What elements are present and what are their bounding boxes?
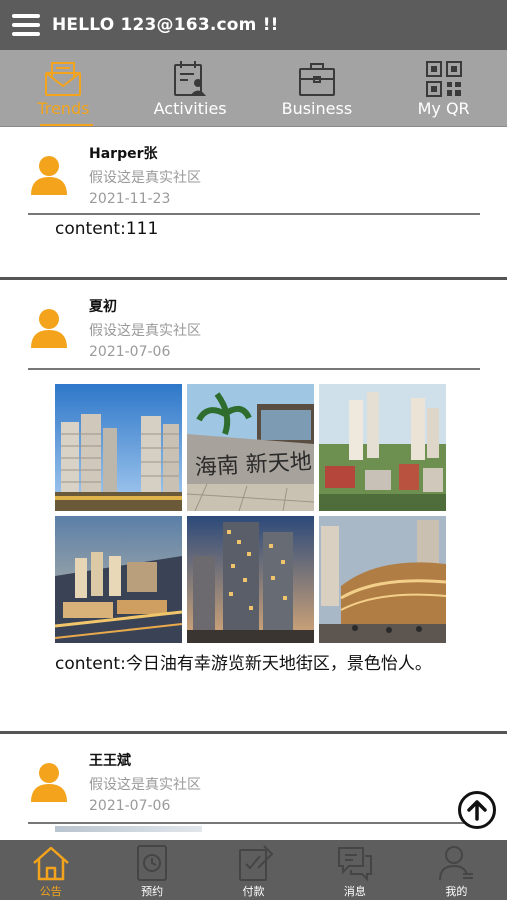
nav-announcements[interactable]: 公告 — [0, 840, 101, 900]
home-icon — [32, 846, 69, 881]
post-card[interactable]: 王王斌 假设这是真实社区 2021-07-06 — [0, 734, 507, 840]
post-date: 2021-11-23 — [89, 191, 171, 207]
tab-label: Activities — [153, 99, 227, 118]
post-photo[interactable] — [319, 384, 446, 511]
community-name: 假设这是真实社区 — [89, 323, 201, 339]
nav-profile[interactable]: 我的 — [406, 840, 507, 900]
avatar-icon — [31, 156, 67, 195]
author-name: 王王斌 — [89, 753, 131, 769]
qr-code-icon — [425, 61, 462, 97]
author-name: 夏初 — [89, 299, 117, 315]
post-header: 夏初 假设这是真实社区 2021-07-06 — [0, 280, 507, 366]
chat-icon — [337, 847, 372, 882]
divider — [28, 368, 480, 370]
divider — [28, 213, 480, 215]
clock-icon — [137, 845, 168, 881]
author-name: Harper张 — [89, 146, 158, 162]
post-card[interactable]: Harper张 假设这是真实社区 2021-11-23 content:111 — [0, 127, 507, 280]
tab-business[interactable]: Business — [254, 50, 381, 126]
post-date: 2021-07-06 — [89, 344, 171, 360]
bottom-navigation: 公告 预约 付款 消息 我的 — [0, 840, 507, 900]
post-header: 王王斌 假设这是真实社区 2021-07-06 — [0, 734, 507, 820]
payment-icon — [238, 845, 273, 881]
photo-grid: 海南 新天地 — [55, 384, 447, 643]
trends-feed[interactable]: Harper张 假设这是真实社区 2021-11-23 content:111 … — [0, 127, 507, 840]
tab-label: My QR — [417, 99, 470, 118]
post-date: 2021-07-06 — [89, 798, 171, 814]
tab-bar: Trends Activities Business My QR — [0, 50, 507, 127]
top-header: HELLO 123@163.com !! — [0, 0, 507, 50]
post-photo[interactable] — [55, 384, 182, 511]
nav-appointments[interactable]: 预约 — [101, 840, 202, 900]
divider — [28, 822, 480, 824]
post-photo[interactable] — [187, 516, 314, 643]
tab-my-qr[interactable]: My QR — [380, 50, 507, 126]
post-card[interactable]: 夏初 假设这是真实社区 2021-07-06 海南 新天地 content:今日… — [0, 280, 507, 734]
nav-label: 付款 — [242, 885, 265, 898]
briefcase-icon — [298, 63, 335, 96]
arrow-up-circle-icon — [467, 800, 487, 821]
nav-label: 预约 — [141, 885, 164, 898]
post-header: Harper张 假设这是真实社区 2021-11-23 — [0, 127, 507, 211]
tab-trends[interactable]: Trends — [0, 50, 127, 126]
calendar-person-icon — [174, 61, 207, 96]
back-to-top-button[interactable] — [458, 791, 496, 829]
nav-label: 消息 — [343, 885, 366, 898]
tab-activities[interactable]: Activities — [127, 50, 254, 126]
nav-label: 我的 — [445, 885, 468, 898]
nav-payment[interactable]: 付款 — [203, 840, 304, 900]
avatar-icon — [31, 763, 67, 802]
post-content: content:今日油有幸游览新天地街区，景色怡人。 — [55, 654, 432, 674]
avatar-icon — [31, 309, 67, 348]
community-name: 假设这是真实社区 — [89, 777, 201, 793]
post-photo[interactable] — [55, 826, 202, 832]
nav-label: 公告 — [39, 885, 62, 898]
community-name: 假设这是真实社区 — [89, 170, 201, 186]
tab-label: Trends — [37, 99, 90, 118]
nav-messages[interactable]: 消息 — [304, 840, 405, 900]
post-content: content:111 — [55, 219, 159, 239]
profile-icon — [439, 846, 474, 881]
post-photo[interactable] — [319, 516, 446, 643]
envelope-icon — [45, 62, 82, 96]
post-photo[interactable] — [55, 516, 182, 643]
hamburger-menu-icon[interactable] — [0, 0, 52, 50]
app-root: HELLO 123@163.com !! Trends Activities B… — [0, 0, 507, 900]
tab-label: Business — [281, 99, 353, 118]
post-photo[interactable]: 海南 新天地 — [187, 384, 314, 511]
greeting-text: HELLO 123@163.com !! — [52, 15, 279, 35]
